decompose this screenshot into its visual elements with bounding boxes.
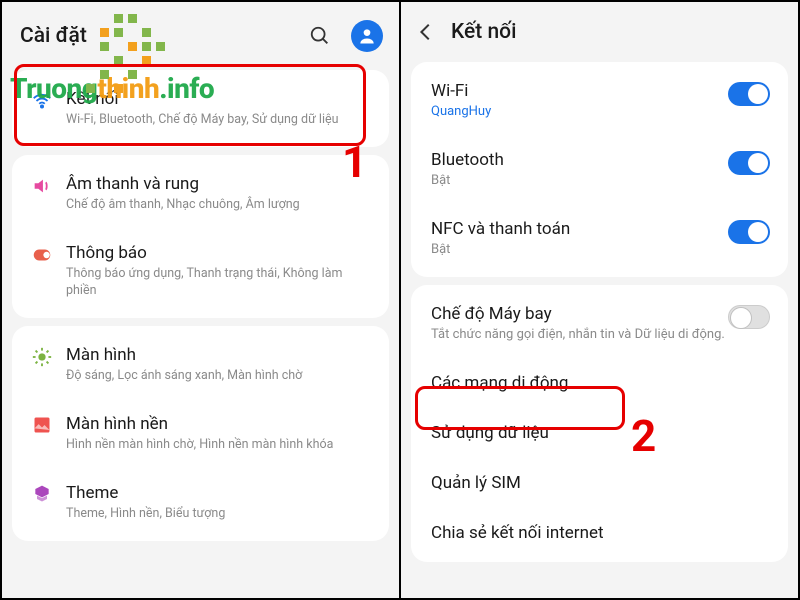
row-title: Chế độ Máy bay	[431, 303, 728, 325]
connections-card: Chế độ Máy bay Tắt chức năng gọi điện, n…	[411, 285, 788, 562]
row-title: Theme	[66, 482, 373, 504]
settings-card: Màn hình Độ sáng, Lọc ánh sáng xanh, Màn…	[12, 326, 389, 541]
row-sim-manager[interactable]: Quản lý SIM	[411, 458, 788, 508]
page-title: Kết nối	[451, 20, 516, 44]
row-subtitle: Bật	[431, 173, 728, 190]
row-sound[interactable]: Âm thanh và rung Chế độ âm thanh, Nhạc c…	[12, 159, 389, 228]
theme-icon	[24, 482, 60, 504]
row-title: Các mạng di động	[431, 372, 770, 394]
row-connections[interactable]: Kết nối Wi-Fi, Bluetooth, Chế độ Máy bay…	[12, 74, 389, 143]
airplane-toggle[interactable]	[728, 305, 770, 329]
row-title: Wi-Fi	[431, 80, 728, 102]
row-title: Thông báo	[66, 242, 373, 264]
row-title: Màn hình	[66, 344, 373, 366]
profile-avatar[interactable]	[351, 20, 383, 52]
wifi-toggle[interactable]	[728, 82, 770, 106]
wallpaper-icon	[24, 413, 60, 435]
search-icon[interactable]	[309, 25, 331, 47]
settings-panel: Cài đặt Kết nối Wi-Fi, Bluetooth, Chế độ…	[2, 2, 399, 598]
row-display[interactable]: Màn hình Độ sáng, Lọc ánh sáng xanh, Màn…	[12, 330, 389, 399]
connections-header: Kết nối	[401, 2, 798, 54]
row-subtitle: Theme, Hình nền, Biểu tượng	[66, 506, 373, 523]
settings-card: Kết nối Wi-Fi, Bluetooth, Chế độ Máy bay…	[12, 70, 389, 147]
settings-header: Cài đặt	[2, 2, 399, 62]
row-theme[interactable]: Theme Theme, Hình nền, Biểu tượng	[12, 468, 389, 537]
row-data-usage[interactable]: Sử dụng dữ liệu	[411, 408, 788, 458]
row-subtitle: Bật	[431, 242, 728, 259]
row-title: NFC và thanh toán	[431, 218, 728, 240]
row-subtitle: Chế độ âm thanh, Nhạc chuông, Âm lượng	[66, 197, 373, 214]
row-subtitle: Độ sáng, Lọc ánh sáng xanh, Màn hình chờ	[66, 368, 373, 385]
settings-card: Âm thanh và rung Chế độ âm thanh, Nhạc c…	[12, 155, 389, 318]
row-subtitle: Wi-Fi, Bluetooth, Chế độ Máy bay, Sử dụn…	[66, 112, 373, 129]
row-title: Kết nối	[66, 88, 373, 110]
nfc-toggle[interactable]	[728, 220, 770, 244]
row-title: Màn hình nền	[66, 413, 373, 435]
row-mobile-networks[interactable]: Các mạng di động	[411, 358, 788, 408]
row-tethering[interactable]: Chia sẻ kết nối internet	[411, 508, 788, 558]
row-title: Quản lý SIM	[431, 472, 770, 494]
sound-icon	[24, 173, 60, 197]
row-title: Bluetooth	[431, 149, 728, 171]
row-title: Chia sẻ kết nối internet	[431, 522, 770, 544]
connections-panel: Kết nối Wi-Fi QuangHuy Bluetooth Bật	[401, 2, 798, 598]
bluetooth-toggle[interactable]	[728, 151, 770, 175]
row-subtitle: Tắt chức năng gọi điện, nhắn tin và Dữ l…	[431, 327, 728, 344]
row-subtitle: QuangHuy	[431, 104, 728, 121]
page-title: Cài đặt	[20, 24, 309, 48]
row-subtitle: Thông báo ứng dụng, Thanh trạng thái, Kh…	[66, 266, 373, 300]
row-bluetooth[interactable]: Bluetooth Bật	[411, 135, 788, 204]
row-airplane[interactable]: Chế độ Máy bay Tắt chức năng gọi điện, n…	[411, 289, 788, 358]
row-subtitle: Hình nền màn hình chờ, Hình nền màn hình…	[66, 437, 373, 454]
row-title: Âm thanh và rung	[66, 173, 373, 195]
connections-card: Wi-Fi QuangHuy Bluetooth Bật NFC và than…	[411, 62, 788, 277]
row-wallpaper[interactable]: Màn hình nền Hình nền màn hình chờ, Hình…	[12, 399, 389, 468]
back-icon[interactable]	[415, 21, 437, 43]
row-wifi[interactable]: Wi-Fi QuangHuy	[411, 66, 788, 135]
row-title: Sử dụng dữ liệu	[431, 422, 770, 444]
brightness-icon	[24, 344, 60, 368]
notification-icon	[24, 242, 60, 266]
wifi-icon	[24, 88, 60, 112]
row-nfc[interactable]: NFC và thanh toán Bật	[411, 204, 788, 273]
row-notifications[interactable]: Thông báo Thông báo ứng dụng, Thanh trạn…	[12, 228, 389, 314]
